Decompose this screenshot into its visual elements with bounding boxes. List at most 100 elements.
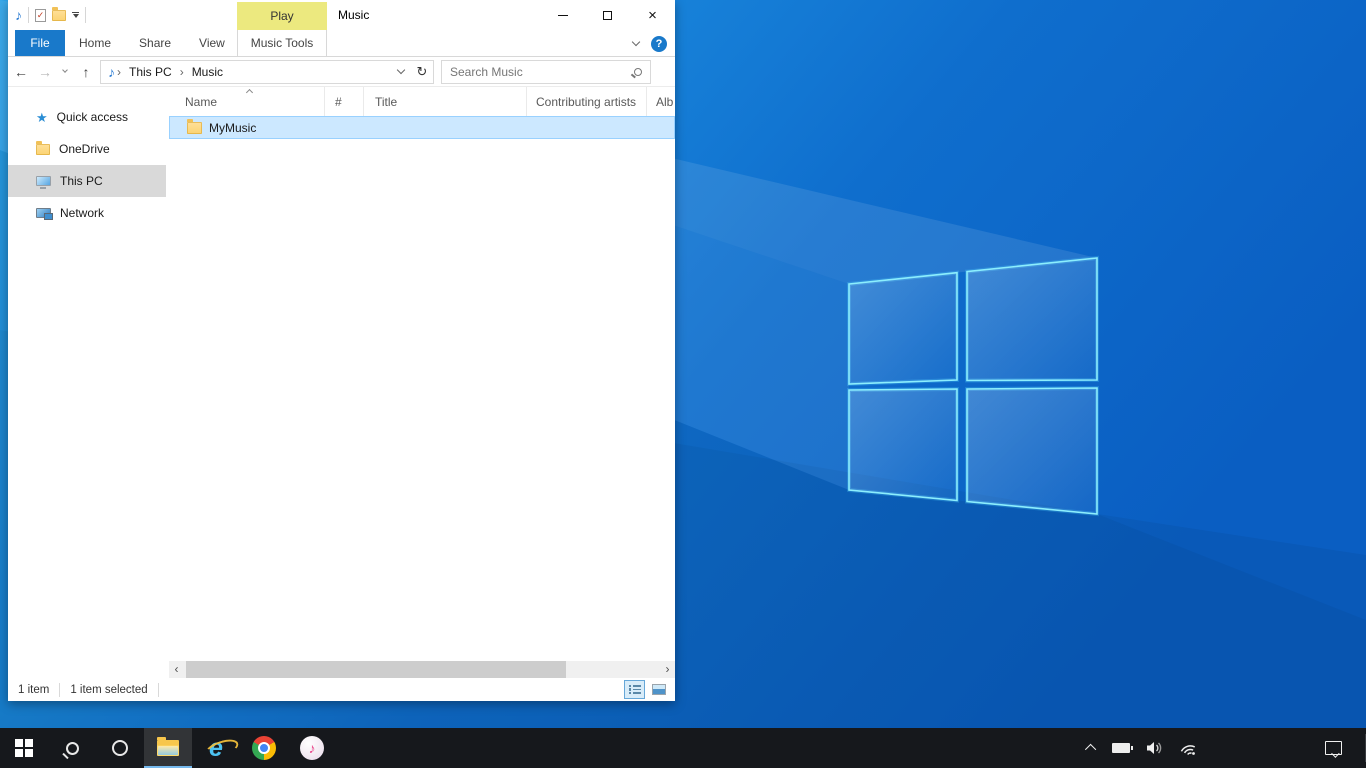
quick-access-toolbar: ♪ ✓ <box>8 7 86 23</box>
sidebar-item-this-pc[interactable]: This PC <box>8 165 166 197</box>
scrollbar-thumb[interactable] <box>186 661 566 678</box>
scrollbar-track[interactable] <box>184 661 660 678</box>
up-button[interactable]: ↑ <box>74 64 98 80</box>
breadcrumb-separator-icon: › <box>115 65 123 79</box>
thumbnail-view-icon <box>652 684 666 695</box>
back-button[interactable]: ← <box>8 64 34 80</box>
item-count: 1 item <box>8 683 60 697</box>
recent-locations-dropdown[interactable] <box>56 71 74 72</box>
location-music-icon: ♪ <box>101 65 115 79</box>
taskbar: e ♪ <box>0 728 1366 768</box>
sidebar-item-network[interactable]: Network <box>8 197 166 229</box>
selection-count: 1 item selected <box>60 683 158 697</box>
cortana-circle-icon <box>112 740 128 756</box>
cortana-button[interactable] <box>96 728 144 768</box>
file-list: MyMusic <box>169 116 675 661</box>
ribbon-tabs: File Home Share View Music Tools ? <box>8 30 675 57</box>
itunes-icon: ♪ <box>300 736 324 760</box>
breadcrumb-this-pc[interactable]: This PC <box>123 61 178 83</box>
refresh-icon[interactable]: ↻ <box>411 61 433 83</box>
desktop: ♪ ✓ Play Music × File Home Share View <box>0 0 1366 768</box>
qat-separator <box>28 7 29 23</box>
search-icon[interactable] <box>634 68 642 76</box>
column-headers: Name # Title Contributing artists Alb <box>169 87 675 116</box>
taskbar-search-button[interactable] <box>48 728 96 768</box>
file-explorer-icon <box>157 740 179 756</box>
sidebar-item-label: OneDrive <box>59 142 110 156</box>
forward-button[interactable]: → <box>34 64 56 80</box>
window-title: Music <box>338 0 369 30</box>
title-bar[interactable]: ♪ ✓ Play Music × <box>8 0 675 30</box>
volume-icon[interactable] <box>1146 740 1163 756</box>
customize-qat-dropdown-icon[interactable] <box>72 12 79 18</box>
column-header-contributing-artists[interactable]: Contributing artists <box>527 87 647 116</box>
monitor-icon <box>36 176 51 186</box>
column-header-number[interactable]: # <box>325 87 364 116</box>
column-header-album[interactable]: Alb <box>647 87 675 116</box>
caption-buttons: × <box>540 0 675 30</box>
details-view-icon <box>629 685 641 694</box>
navigation-bar: ← → ↑ ♪ › This PC › Music ↻ <box>8 57 675 87</box>
contextual-tab-header-play[interactable]: Play <box>237 2 327 30</box>
minimize-button[interactable] <box>540 0 585 30</box>
sidebar-item-label: Network <box>60 206 104 220</box>
maximize-button[interactable] <box>585 0 630 30</box>
scroll-right-icon[interactable]: › <box>660 661 675 678</box>
column-header-name[interactable]: Name <box>169 87 325 116</box>
properties-icon[interactable]: ✓ <box>35 9 46 22</box>
large-icons-view-button[interactable] <box>648 680 669 699</box>
system-tray <box>1088 728 1366 768</box>
app-music-note-icon: ♪ <box>15 8 22 22</box>
folder-icon <box>36 144 50 155</box>
explorer-content: ★ Quick access OneDrive This PC Network <box>8 87 675 678</box>
quick-access-star-icon: ★ <box>36 111 48 124</box>
hidden-icons-chevron-icon[interactable] <box>1085 744 1096 755</box>
windows-logo-icon <box>15 739 33 757</box>
sidebar-item-label: Quick access <box>57 110 128 124</box>
tab-share[interactable]: Share <box>125 30 185 56</box>
taskbar-itunes-button[interactable]: ♪ <box>288 728 336 768</box>
address-bar[interactable]: ♪ › This PC › Music ↻ <box>100 60 434 84</box>
search-box <box>441 60 651 84</box>
new-folder-icon[interactable] <box>52 10 66 21</box>
status-bar: 1 item 1 item selected <box>8 678 675 701</box>
file-list-pane: Name # Title Contributing artists Alb My… <box>169 87 675 678</box>
internet-explorer-icon: e <box>209 736 223 761</box>
battery-icon[interactable] <box>1112 743 1130 753</box>
details-view-button[interactable] <box>624 680 645 699</box>
expand-ribbon-chevron-icon[interactable] <box>632 38 640 46</box>
taskbar-internet-explorer-button[interactable]: e <box>192 728 240 768</box>
network-icon <box>36 208 51 218</box>
file-row-mymusic[interactable]: MyMusic <box>169 116 675 139</box>
search-input[interactable] <box>442 65 620 79</box>
chrome-icon <box>252 736 276 760</box>
folder-icon <box>187 122 202 134</box>
sidebar-item-quick-access[interactable]: ★ Quick access <box>8 101 166 133</box>
file-explorer-window: ♪ ✓ Play Music × File Home Share View <box>8 0 675 701</box>
action-center-icon[interactable] <box>1325 741 1342 755</box>
qat-separator <box>85 7 86 23</box>
address-dropdown-icon[interactable] <box>391 61 411 83</box>
tab-home[interactable]: Home <box>65 30 125 56</box>
help-icon[interactable]: ? <box>651 36 667 52</box>
scroll-left-icon[interactable]: ‹ <box>169 661 184 678</box>
taskbar-chrome-button[interactable] <box>240 728 288 768</box>
close-button[interactable]: × <box>630 0 675 30</box>
column-header-title[interactable]: Title <box>364 87 527 116</box>
tab-music-tools[interactable]: Music Tools <box>237 30 327 57</box>
sidebar-item-onedrive[interactable]: OneDrive <box>8 133 166 165</box>
tab-view[interactable]: View <box>185 30 239 56</box>
search-icon <box>66 742 79 755</box>
wifi-icon[interactable] <box>1179 740 1199 756</box>
file-name: MyMusic <box>209 121 256 135</box>
breadcrumb-music[interactable]: Music <box>186 61 229 83</box>
breadcrumb-separator-icon: › <box>178 65 186 79</box>
sort-ascending-icon <box>246 89 253 96</box>
close-icon: × <box>648 8 657 23</box>
taskbar-file-explorer-button[interactable] <box>144 728 192 768</box>
start-button[interactable] <box>0 728 48 768</box>
tab-file[interactable]: File <box>15 30 65 56</box>
sidebar-item-label: This PC <box>60 174 103 188</box>
navigation-pane: ★ Quick access OneDrive This PC Network <box>8 87 166 678</box>
horizontal-scrollbar[interactable]: ‹ › <box>169 661 675 678</box>
